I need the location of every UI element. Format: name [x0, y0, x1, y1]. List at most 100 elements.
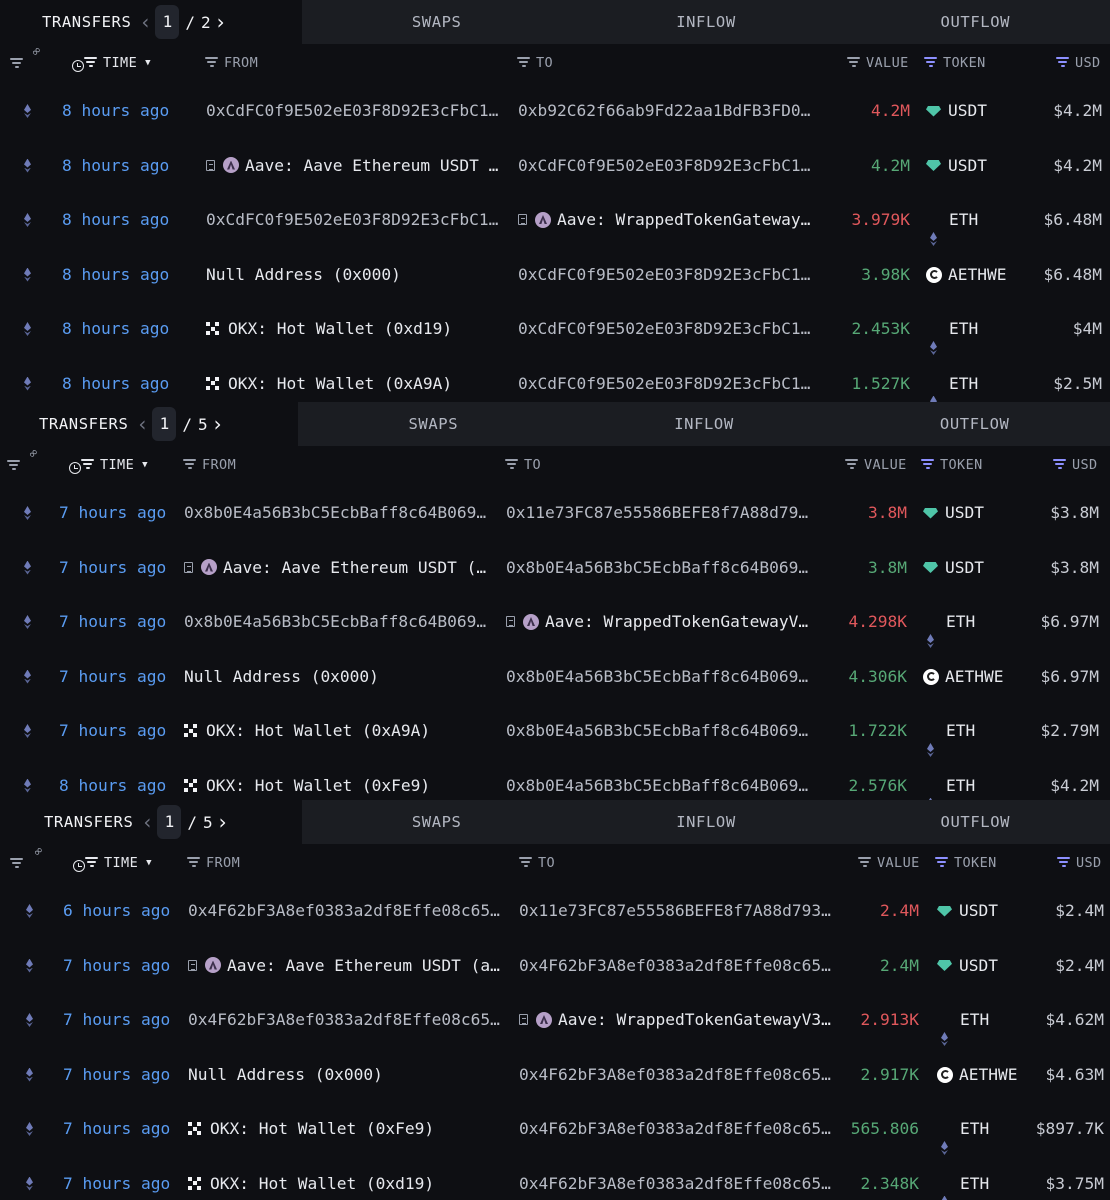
time-link[interactable]: 8 hours ago	[62, 156, 169, 176]
from-address[interactable]: OKX: Hot Wallet (0xd19)	[188, 1174, 506, 1194]
token-cell[interactable]: ETH	[926, 319, 978, 339]
link-icon[interactable]: ∞	[30, 842, 47, 859]
table-row[interactable]: 7 hours ago Aave: Aave Ethereum USDT (… 0x…	[0, 541, 1110, 596]
to-address[interactable]: Aave: WrappedTokenGateway…	[518, 210, 818, 230]
to-address[interactable]: 0x11e73FC87e55586BEFE8f7A88d79…	[506, 503, 814, 523]
time-link[interactable]: 6 hours ago	[63, 901, 170, 921]
token-cell[interactable]: USDT	[926, 101, 987, 121]
from-address[interactable]: 0x4F62bF3A8ef0383a2df8Effe08c65…	[188, 901, 506, 921]
current-page[interactable]: 1	[157, 805, 182, 839]
tab-outflow[interactable]: OUTFLOW	[841, 0, 1110, 44]
filter-icon[interactable]	[81, 459, 94, 469]
time-link[interactable]: 7 hours ago	[59, 612, 166, 632]
current-page[interactable]: 1	[155, 5, 180, 39]
to-address[interactable]: 0xCdFC0f9E502eE03F8D92E3cFbC1…	[518, 374, 818, 394]
token-cell[interactable]: ETH	[926, 374, 978, 394]
from-column-header[interactable]: FROM	[205, 55, 258, 71]
time-link[interactable]: 8 hours ago	[62, 319, 169, 339]
token-cell[interactable]: ETH	[926, 210, 978, 230]
chevron-right-icon[interactable]: ›	[217, 12, 225, 32]
tab-transfers[interactable]: TRANSFERS ‹ 1/5 ›	[44, 800, 302, 844]
tab-swaps[interactable]: SWAPS	[302, 0, 571, 44]
time-link[interactable]: 7 hours ago	[63, 1119, 170, 1139]
filter-icon[interactable]	[10, 858, 23, 868]
time-column-header[interactable]: TIME ▼	[81, 457, 148, 473]
table-row[interactable]: 8 hours ago 0xCdFC0f9E502eE03F8D92E3cFbC1…	[0, 84, 1110, 139]
filter-icon[interactable]	[519, 857, 532, 867]
usd-column-header[interactable]: USD	[1056, 55, 1101, 71]
table-row[interactable]: 8 hours ago Aave: Aave Ethereum USDT … 0xC…	[0, 139, 1110, 194]
token-column-header[interactable]: TOKEN	[921, 457, 983, 473]
tab-transfers[interactable]: TRANSFERS ‹ 1/5 ›	[39, 402, 298, 446]
from-address[interactable]: Aave: Aave Ethereum USDT (…	[184, 558, 492, 578]
filter-icon[interactable]	[84, 57, 97, 67]
from-address[interactable]: Null Address (0x000)	[206, 265, 506, 285]
filter-icon[interactable]	[505, 459, 518, 469]
usd-column-header[interactable]: USD	[1057, 855, 1102, 871]
to-address[interactable]: 0xCdFC0f9E502eE03F8D92E3cFbC1…	[518, 319, 818, 339]
table-row[interactable]: 8 hours ago OKX: Hot Wallet (0xd19) 0xCdFC…	[0, 302, 1110, 357]
token-cell[interactable]: ETH	[937, 1010, 989, 1030]
table-row[interactable]: 7 hours ago 0x4F62bF3A8ef0383a2df8Effe08c…	[0, 993, 1110, 1048]
token-cell[interactable]: ETH	[937, 1174, 989, 1194]
table-row[interactable]: 8 hours ago OKX: Hot Wallet (0xFe9) 0x8b0E…	[0, 759, 1110, 801]
chevron-left-icon[interactable]: ‹	[138, 414, 146, 434]
tab-outflow[interactable]: OUTFLOW	[839, 402, 1110, 446]
to-address[interactable]: 0x4F62bF3A8ef0383a2df8Effe08c65…	[519, 1119, 837, 1139]
to-address[interactable]: Aave: WrappedTokenGatewayV…	[506, 612, 814, 632]
chevron-left-icon[interactable]: ‹	[141, 12, 149, 32]
time-link[interactable]: 7 hours ago	[59, 558, 166, 578]
chevron-left-icon[interactable]: ‹	[143, 812, 151, 832]
table-row[interactable]: 7 hours ago OKX: Hot Wallet (0xA9A) 0x8b0E…	[0, 704, 1110, 759]
to-address[interactable]: 0x8b0E4a56B3bC5EcbBaff8c64B069…	[506, 667, 814, 687]
time-column-header[interactable]: TIME ▼	[84, 55, 151, 71]
from-address[interactable]: Null Address (0x000)	[184, 667, 492, 687]
token-cell[interactable]: USDT	[937, 901, 998, 921]
filter-icon[interactable]	[924, 57, 937, 67]
to-column-header[interactable]: TO	[517, 55, 553, 71]
from-address[interactable]: 0xCdFC0f9E502eE03F8D92E3cFbC1…	[206, 101, 506, 121]
token-cell[interactable]: USDT	[923, 503, 984, 523]
token-cell[interactable]: ETH	[923, 721, 975, 741]
filter-icon[interactable]	[847, 57, 860, 67]
to-address[interactable]: Aave: WrappedTokenGatewayV3…	[519, 1010, 837, 1030]
table-row[interactable]: 8 hours ago Null Address (0x000) 0xCdFC0f9…	[0, 248, 1110, 303]
time-link[interactable]: 7 hours ago	[59, 667, 166, 687]
token-cell[interactable]: ETH	[937, 1119, 989, 1139]
time-link[interactable]: 8 hours ago	[62, 265, 169, 285]
sort-down-icon[interactable]: ▼	[145, 58, 151, 68]
time-link[interactable]: 7 hours ago	[63, 1174, 170, 1194]
to-address[interactable]: 0x11e73FC87e55586BEFE8f7A88d793…	[519, 901, 837, 921]
from-column-header[interactable]: FROM	[187, 855, 240, 871]
to-address[interactable]: 0x4F62bF3A8ef0383a2df8Effe08c65…	[519, 1174, 837, 1194]
token-cell[interactable]: USDT	[926, 156, 987, 176]
table-row[interactable]: 7 hours ago 0x8b0E4a56B3bC5EcbBaff8c64B06…	[0, 486, 1110, 541]
filter-icon[interactable]	[858, 857, 871, 867]
tab-outflow[interactable]: OUTFLOW	[841, 800, 1110, 844]
filter-icon[interactable]	[7, 460, 20, 470]
from-address[interactable]: 0xCdFC0f9E502eE03F8D92E3cFbC1…	[206, 210, 506, 230]
token-cell[interactable]: AETHWE	[926, 265, 1006, 285]
link-icon[interactable]: ∞	[28, 42, 45, 59]
token-cell[interactable]: USDT	[937, 956, 998, 976]
time-column-header[interactable]: TIME ▼	[85, 855, 152, 871]
sort-down-icon[interactable]: ▼	[142, 460, 148, 470]
from-address[interactable]: 0x4F62bF3A8ef0383a2df8Effe08c65…	[188, 1010, 506, 1030]
to-address[interactable]: 0x4F62bF3A8ef0383a2df8Effe08c65…	[519, 1065, 837, 1085]
chevron-right-icon[interactable]: ›	[219, 812, 227, 832]
from-address[interactable]: 0x8b0E4a56B3bC5EcbBaff8c64B069…	[184, 612, 492, 632]
tab-transfers[interactable]: TRANSFERS ‹ 1/2 ›	[42, 0, 302, 44]
filter-icon[interactable]	[1057, 857, 1070, 867]
time-link[interactable]: 8 hours ago	[62, 210, 169, 230]
token-cell[interactable]: ETH	[923, 776, 975, 796]
filter-icon[interactable]	[205, 57, 218, 67]
to-address[interactable]: 0x8b0E4a56B3bC5EcbBaff8c64B069…	[506, 776, 814, 796]
from-address[interactable]: OKX: Hot Wallet (0xFe9)	[188, 1119, 506, 1139]
time-link[interactable]: 8 hours ago	[62, 374, 169, 394]
clock-icon[interactable]	[73, 860, 86, 872]
sort-down-icon[interactable]: ▼	[146, 858, 152, 868]
tab-transfers-label[interactable]: TRANSFERS	[42, 13, 131, 31]
from-address[interactable]: OKX: Hot Wallet (0xd19)	[206, 319, 506, 339]
table-row[interactable]: 7 hours ago OKX: Hot Wallet (0xFe9) 0x4F62…	[0, 1102, 1110, 1157]
table-row[interactable]: 7 hours ago Null Address (0x000) 0x8b0E4a5…	[0, 650, 1110, 705]
